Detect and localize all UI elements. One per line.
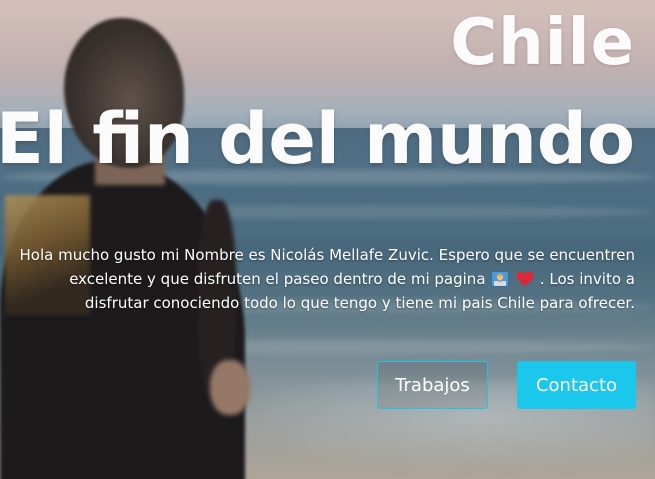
trabajos-button[interactable]: Trabajos: [377, 361, 488, 409]
hero-actions: Trabajos Contacto: [377, 361, 636, 409]
red-heart-icon: [516, 271, 534, 286]
man-technologist-icon: [491, 271, 510, 287]
hero-section: Chile El fin del mundo Hola mucho gusto …: [0, 0, 655, 479]
intro-text: Hola mucho gusto mi Nombre es Nicolás Me…: [15, 243, 635, 315]
hero-title-country: Chile: [450, 6, 635, 80]
hero-title-tagline: El fin del mundo: [0, 98, 635, 180]
contacto-button[interactable]: Contacto: [517, 361, 636, 409]
